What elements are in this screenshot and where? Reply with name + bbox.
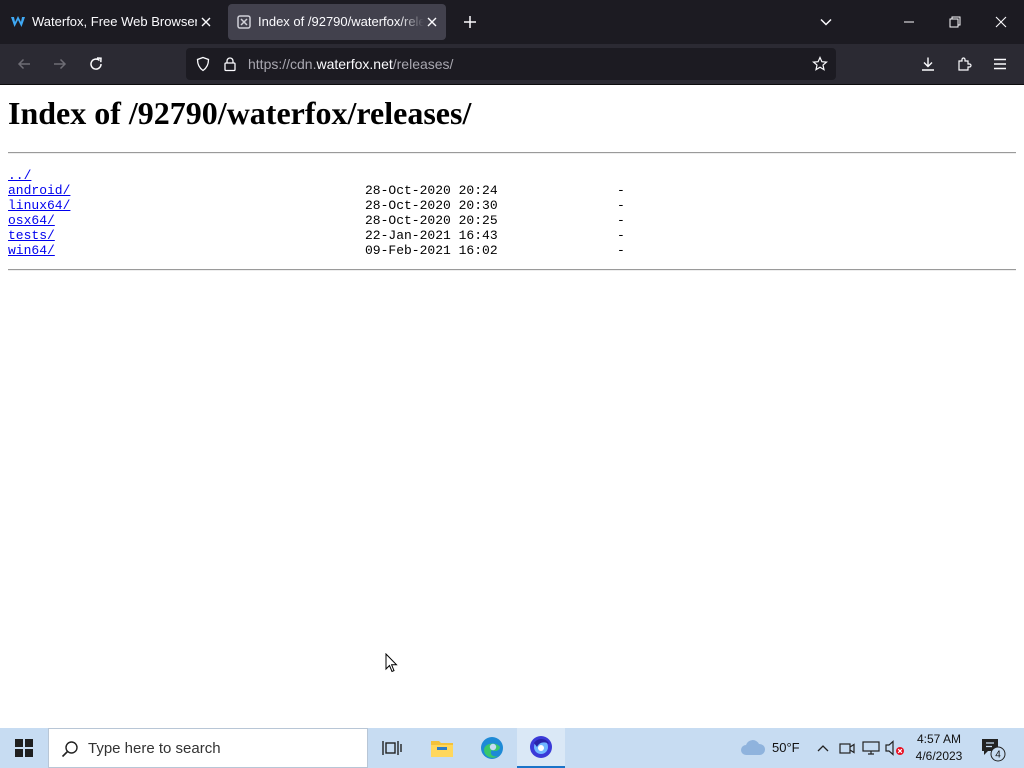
search-placeholder: Type here to search — [88, 740, 221, 757]
minimize-icon — [904, 21, 914, 23]
hamburger-menu-icon — [994, 58, 1006, 70]
folder-icon — [431, 741, 453, 757]
back-button[interactable] — [8, 48, 40, 80]
page-title: Index of /92790/waterfox/releases/ — [8, 95, 472, 131]
waterfox-logo-icon — [10, 14, 26, 30]
downloads-button[interactable] — [912, 48, 944, 80]
tab-waterfox-home[interactable]: Waterfox, Free Web Browser — [2, 4, 220, 40]
waterfox-app-icon — [530, 736, 552, 758]
chevron-up-icon — [817, 745, 829, 752]
cloud-icon — [741, 740, 766, 755]
directory-link[interactable]: android/ — [8, 183, 70, 198]
mouse-cursor-icon — [385, 653, 398, 673]
notification-count: 4 — [995, 750, 1001, 761]
clock-date: 4/6/2023 — [915, 749, 963, 763]
reload-button[interactable] — [80, 48, 112, 80]
volume-button[interactable] — [884, 728, 906, 768]
windows-taskbar: Type here to search 50°F 4:57 AM 4/6/202… — [0, 728, 1024, 768]
notification-icon: 4 — [982, 739, 1006, 762]
task-view-icon — [382, 741, 402, 755]
windows-logo-icon — [15, 739, 33, 757]
chevron-down-icon — [820, 18, 832, 26]
clock-time: 4:57 AM — [916, 732, 962, 746]
edge-logo-icon — [481, 737, 503, 759]
network-icon — [862, 741, 880, 755]
navigation-toolbar: https://cdn.waterfox.net/releases/ — [0, 44, 1024, 85]
tab-close-icon[interactable] — [424, 14, 440, 30]
tab-title: Waterfox, Free Web Browser — [32, 14, 197, 29]
restore-icon — [949, 16, 961, 28]
divider — [8, 152, 1016, 154]
plus-icon — [464, 16, 476, 28]
forward-button[interactable] — [44, 48, 76, 80]
modified-date: 22-Jan-2021 16:43 — [365, 228, 498, 243]
modified-date: 09-Feb-2021 16:02 — [365, 243, 498, 258]
file-size: - — [617, 213, 625, 228]
lock-icon[interactable] — [222, 56, 238, 72]
taskbar-search-box[interactable]: Type here to search — [48, 728, 368, 768]
weather-widget[interactable] — [738, 728, 768, 768]
task-view-button[interactable] — [368, 728, 416, 768]
meet-now-icon — [839, 743, 855, 754]
file-size: - — [617, 183, 625, 198]
star-bookmark-icon[interactable] — [812, 56, 828, 72]
arrow-left-icon — [17, 58, 30, 70]
speaker-muted-icon — [885, 740, 904, 756]
url-bar[interactable]: https://cdn.waterfox.net/releases/ — [186, 48, 836, 80]
directory-link[interactable]: ../ — [8, 168, 31, 183]
list-all-tabs-button[interactable] — [808, 4, 844, 40]
modified-date: 28-Oct-2020 20:30 — [365, 198, 498, 213]
cdn-favicon-icon — [236, 14, 252, 30]
reload-icon — [90, 57, 102, 70]
waterfox-taskbar-button[interactable] — [517, 728, 565, 768]
shield-icon[interactable] — [195, 56, 211, 72]
modified-date: 28-Oct-2020 20:24 — [365, 183, 498, 198]
directory-link[interactable]: tests/ — [8, 228, 55, 243]
close-icon — [995, 16, 1007, 28]
close-window-button[interactable] — [978, 0, 1024, 44]
system-clock[interactable]: 4:57 AM 4/6/2023 — [912, 731, 966, 765]
extensions-button[interactable] — [948, 48, 980, 80]
weather-temperature[interactable]: 50°F — [772, 740, 800, 756]
puzzle-icon — [958, 57, 972, 71]
tab-close-icon[interactable] — [198, 14, 214, 30]
directory-link[interactable]: linux64/ — [8, 198, 70, 213]
arrow-right-icon — [54, 58, 67, 70]
file-size: - — [617, 243, 625, 258]
meet-now-button[interactable] — [837, 728, 857, 768]
network-button[interactable] — [860, 728, 882, 768]
file-size: - — [617, 228, 625, 243]
search-icon — [61, 741, 78, 758]
new-tab-button[interactable] — [452, 4, 488, 40]
url-text[interactable]: https://cdn.waterfox.net/releases/ — [248, 56, 453, 72]
download-icon — [922, 57, 934, 71]
minimize-button[interactable] — [886, 0, 932, 44]
edge-browser-button[interactable] — [468, 728, 516, 768]
file-explorer-button[interactable] — [418, 728, 466, 768]
directory-link[interactable]: osx64/ — [8, 213, 55, 228]
action-center-button[interactable]: 4 — [978, 728, 1024, 768]
directory-link[interactable]: win64/ — [8, 243, 55, 258]
tab-strip: Waterfox, Free Web Browser Index of /927… — [0, 0, 1024, 44]
tab-releases-index[interactable]: Index of /92790/waterfox/releases/ — [228, 4, 446, 40]
page-content: Index of /92790/waterfox/releases/ ../an… — [0, 85, 1024, 728]
tab-title: Index of /92790/waterfox/releases/ — [258, 14, 424, 29]
app-menu-button[interactable] — [984, 48, 1016, 80]
show-hidden-icons-button[interactable] — [813, 728, 833, 768]
divider — [8, 269, 1016, 271]
file-size: - — [617, 198, 625, 213]
restore-button[interactable] — [932, 0, 978, 44]
modified-date: 28-Oct-2020 20:25 — [365, 213, 498, 228]
start-button[interactable] — [0, 728, 48, 768]
